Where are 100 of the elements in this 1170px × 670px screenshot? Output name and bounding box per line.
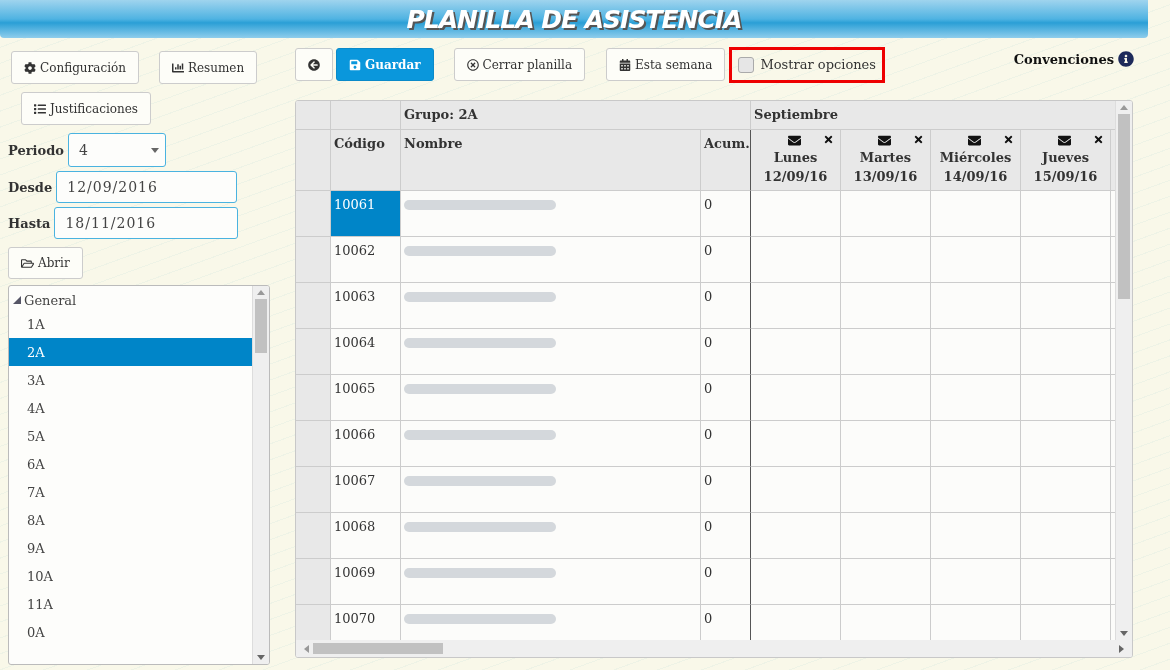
close-icon[interactable] — [913, 134, 924, 145]
tree-item[interactable]: 8A — [9, 506, 252, 534]
code-cell[interactable]: 10069 — [331, 559, 401, 605]
attendance-cell[interactable] — [841, 329, 931, 375]
open-button[interactable]: Abrir — [8, 247, 83, 279]
this-week-button[interactable]: Esta semana — [606, 48, 726, 81]
attendance-cell[interactable] — [1021, 329, 1111, 375]
scrollbar[interactable] — [1115, 101, 1132, 640]
close-icon[interactable] — [823, 134, 834, 145]
summary-button[interactable]: Resumen — [158, 51, 258, 84]
tree-item[interactable]: 7A — [9, 478, 252, 506]
show-options-checkbox[interactable]: Mostrar opciones — [729, 46, 885, 83]
attendance-cell[interactable] — [1021, 237, 1111, 283]
dropdown-caret-icon — [150, 147, 159, 153]
attendance-cell[interactable] — [841, 237, 931, 283]
attendance-cell[interactable] — [1021, 375, 1111, 421]
attendance-cell[interactable] — [751, 513, 841, 559]
attendance-cell[interactable] — [931, 237, 1021, 283]
tree-item[interactable]: 2A — [9, 338, 252, 366]
close-icon[interactable] — [1003, 134, 1014, 145]
tree-item[interactable]: 9A — [9, 534, 252, 562]
attendance-cell[interactable] — [841, 559, 931, 605]
scrollbar[interactable] — [252, 286, 269, 664]
tree-item[interactable]: 3A — [9, 366, 252, 394]
close-sheet-button[interactable]: Cerrar planilla — [453, 48, 586, 81]
code-cell[interactable]: 10064 — [331, 329, 401, 375]
code-cell[interactable]: 10063 — [331, 283, 401, 329]
attendance-cell[interactable] — [931, 421, 1021, 467]
tree-node[interactable]: General — [9, 290, 252, 310]
attendance-cell[interactable] — [1021, 283, 1111, 329]
attendance-cell[interactable] — [841, 421, 931, 467]
scrollbar[interactable] — [296, 640, 1132, 657]
attendance-cell[interactable] — [841, 467, 931, 513]
attendance-cell[interactable] — [1021, 191, 1111, 237]
tree-item[interactable]: 1A — [9, 310, 252, 338]
code-cell[interactable]: 10067 — [331, 467, 401, 513]
accumulated-cell: 0 — [701, 559, 751, 605]
attendance-cell[interactable] — [841, 283, 931, 329]
attendance-cell[interactable] — [751, 421, 841, 467]
code-cell[interactable]: 10068 — [331, 513, 401, 559]
tree-item[interactable]: 0A — [9, 618, 252, 646]
code-cell[interactable]: 10066 — [331, 421, 401, 467]
day-header: Jueves 15/09/16 — [1021, 130, 1111, 191]
from-label: Desde — [8, 179, 53, 195]
attendance-cell[interactable] — [931, 375, 1021, 421]
close-icon[interactable] — [1093, 134, 1104, 145]
accumulated-cell: 0 — [701, 421, 751, 467]
tree-item[interactable]: 11A — [9, 590, 252, 618]
attendance-cell[interactable] — [751, 329, 841, 375]
info-icon[interactable] — [1118, 51, 1134, 67]
accumulated-cell: 0 — [701, 375, 751, 421]
attendance-cell[interactable] — [931, 513, 1021, 559]
settings-icon — [24, 61, 36, 74]
code-cell[interactable]: 10061 — [331, 191, 401, 237]
mail-icon[interactable] — [878, 134, 891, 147]
attendance-cell[interactable] — [931, 283, 1021, 329]
attendance-cell[interactable] — [751, 375, 841, 421]
period-select[interactable]: 4 — [67, 133, 166, 167]
tree-item[interactable]: 4A — [9, 394, 252, 422]
tree-item[interactable]: 5A — [9, 422, 252, 450]
attendance-cell[interactable] — [1021, 421, 1111, 467]
column-header: Código — [331, 130, 401, 191]
day-header: Lunes 12/09/16 — [751, 130, 841, 191]
back-button[interactable] — [295, 48, 333, 81]
justifications-button[interactable]: Justificaciones — [21, 92, 151, 125]
attendance-cell[interactable] — [751, 467, 841, 513]
attendance-cell[interactable] — [841, 375, 931, 421]
bar-chart-icon — [171, 61, 184, 74]
from-date-field[interactable]: 12/09/2016 — [56, 171, 238, 203]
attendance-cell[interactable] — [841, 513, 931, 559]
tree-item[interactable]: 6A — [9, 450, 252, 478]
code-cell[interactable]: 10065 — [331, 375, 401, 421]
attendance-cell[interactable] — [1021, 467, 1111, 513]
attendance-cell[interactable] — [1021, 513, 1111, 559]
attendance-cell[interactable] — [751, 559, 841, 605]
accumulated-cell: 0 — [701, 191, 751, 237]
attendance-cell[interactable] — [931, 559, 1021, 605]
attendance-cell[interactable] — [1021, 559, 1111, 605]
attendance-cell[interactable] — [931, 329, 1021, 375]
code-cell[interactable]: 10062 — [331, 237, 401, 283]
back-icon — [308, 58, 320, 71]
mail-icon[interactable] — [788, 134, 801, 147]
attendance-cell[interactable] — [751, 283, 841, 329]
attendance-cell[interactable] — [751, 191, 841, 237]
settings-button[interactable]: Configuración — [11, 51, 139, 84]
mail-icon[interactable] — [1058, 134, 1071, 147]
column-header: Acum. — [701, 130, 751, 191]
mail-icon[interactable] — [968, 134, 981, 147]
accumulated-cell: 0 — [701, 513, 751, 559]
attendance-cell[interactable] — [931, 191, 1021, 237]
group-header: Grupo: 2A — [401, 101, 751, 130]
day-header: Miércoles 14/09/16 — [931, 130, 1021, 191]
attendance-cell[interactable] — [931, 467, 1021, 513]
attendance-cell[interactable] — [841, 191, 931, 237]
accumulated-cell: 0 — [701, 329, 751, 375]
tree-item[interactable]: 10A — [9, 562, 252, 590]
to-date-field[interactable]: 18/11/2016 — [54, 207, 239, 239]
attendance-cell[interactable] — [751, 237, 841, 283]
accumulated-cell: 0 — [701, 605, 751, 640]
list-icon — [34, 102, 46, 115]
